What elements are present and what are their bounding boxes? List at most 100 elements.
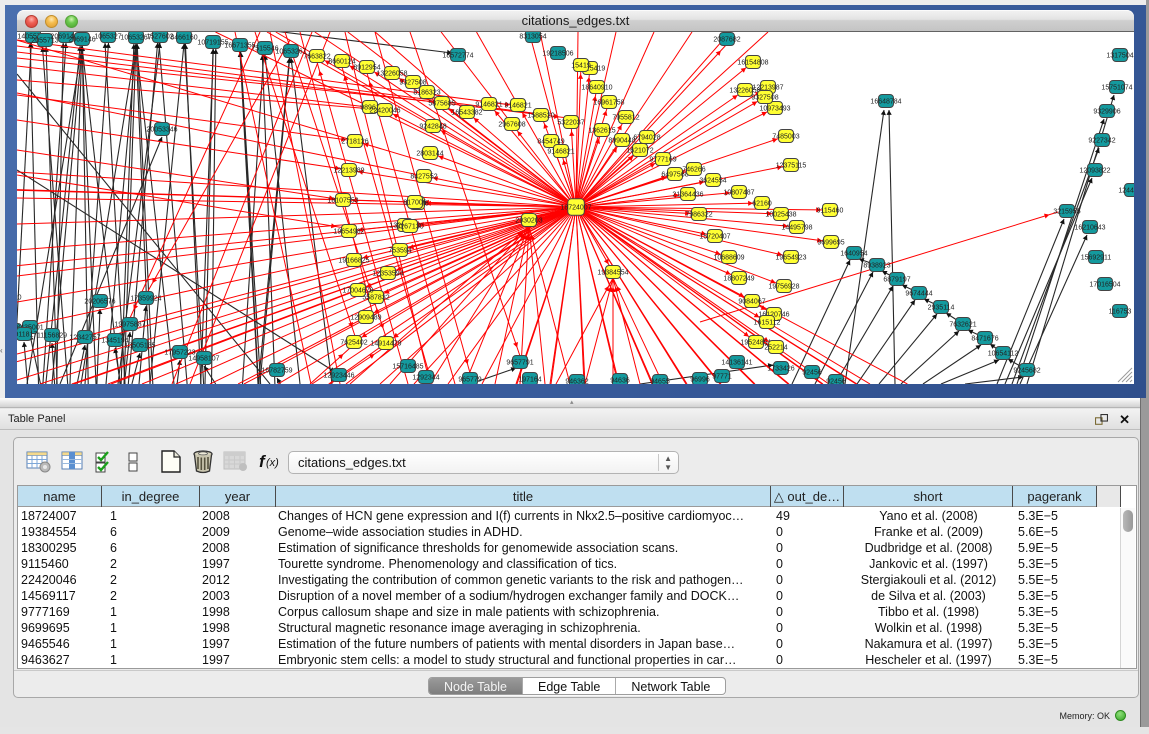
- svg-text:19166825: 19166825: [338, 257, 369, 264]
- svg-text:15692911: 15692911: [1081, 254, 1112, 261]
- svg-text:15716485: 15716485: [392, 363, 423, 370]
- svg-text:965779: 965779: [458, 376, 481, 383]
- svg-text:15751074: 15751074: [1101, 84, 1132, 91]
- svg-text:12093822: 12093822: [1079, 167, 1110, 174]
- svg-text:94655: 94655: [650, 378, 670, 384]
- svg-text:3215955: 3215955: [1053, 208, 1080, 215]
- svg-text:7632621: 7632621: [949, 321, 976, 328]
- svg-text:19654923: 19654923: [775, 254, 806, 261]
- svg-text:16782759: 16782759: [261, 367, 292, 374]
- svg-text:7485003: 7485003: [772, 133, 799, 140]
- svg-text:9146821: 9146821: [547, 148, 574, 155]
- svg-text:1615112: 1615112: [754, 319, 781, 326]
- svg-text:19384554: 19384554: [597, 269, 628, 276]
- svg-text:746266: 746266: [682, 166, 705, 173]
- svg-text:18572774: 18572774: [442, 52, 473, 59]
- svg-text:15419: 15419: [571, 62, 591, 69]
- svg-text:19975887: 19975887: [114, 321, 145, 328]
- svg-text:6794028: 6794028: [633, 134, 660, 141]
- svg-text:2069146: 2069146: [68, 36, 95, 43]
- svg-text:9227342: 9227342: [1088, 137, 1115, 144]
- svg-text:16648784: 16648784: [870, 98, 901, 105]
- svg-text:15720407: 15720407: [699, 233, 730, 240]
- svg-text:5587832: 5587832: [362, 294, 389, 301]
- svg-text:9084067: 9084067: [738, 298, 765, 305]
- svg-text:17359924: 17359924: [130, 295, 161, 302]
- svg-text:14495798: 14495798: [781, 224, 812, 231]
- svg-text:12353594: 12353594: [372, 270, 403, 277]
- svg-text:18724007: 18724007: [560, 204, 591, 211]
- svg-text:2803144: 2803144: [416, 150, 443, 157]
- svg-text:1065327: 1065327: [94, 33, 121, 40]
- svg-text:7625402: 7625402: [340, 339, 367, 346]
- svg-text:1588520: 1588520: [527, 112, 554, 119]
- svg-text:10653267: 10653267: [275, 48, 306, 55]
- svg-text:1733426: 1733426: [767, 365, 794, 372]
- svg-text:16154808: 16154808: [737, 59, 768, 66]
- svg-text:17004678: 17004678: [342, 287, 373, 294]
- svg-text:5322037: 5322037: [557, 119, 584, 126]
- svg-text:18107553: 18107553: [327, 197, 358, 204]
- svg-text:12342757: 12342757: [69, 334, 100, 341]
- svg-text:92456: 92456: [802, 369, 822, 376]
- svg-text:10654112: 10654112: [988, 350, 1019, 357]
- svg-text:9242848: 9242848: [419, 123, 446, 130]
- svg-text:16961758: 16961758: [593, 99, 624, 106]
- svg-text:9674444: 9674444: [905, 290, 932, 297]
- svg-text:7663822: 7663822: [303, 53, 330, 60]
- svg-text:6879197: 6879197: [883, 276, 910, 283]
- svg-text:13226058: 13226058: [729, 87, 760, 94]
- svg-text:19756928: 19756928: [768, 283, 799, 290]
- svg-text:20206576: 20206576: [84, 298, 115, 305]
- svg-text:1292344: 1292344: [412, 374, 439, 381]
- svg-text:9777169: 9777169: [649, 156, 676, 163]
- svg-text:19218506: 19218506: [542, 50, 573, 57]
- svg-text:1317504: 1317504: [1106, 52, 1133, 59]
- svg-text:17016504: 17016504: [1089, 281, 1120, 288]
- svg-text:9115460: 9115460: [817, 207, 844, 214]
- svg-text:946362: 946362: [565, 378, 588, 384]
- svg-text:9657791: 9657791: [506, 359, 533, 366]
- svg-text:3267130: 3267130: [396, 223, 423, 230]
- svg-text:16210643: 16210643: [1074, 224, 1105, 231]
- svg-text:8938923: 8938923: [863, 262, 890, 269]
- svg-text:10807487: 10807487: [723, 189, 754, 196]
- svg-text:(x): (x): [266, 457, 279, 469]
- svg-text:92456: 92456: [826, 378, 846, 384]
- svg-text:19654982: 19654982: [333, 228, 364, 235]
- svg-text:1244153: 1244153: [1118, 187, 1134, 194]
- svg-text:5875685: 5875685: [428, 100, 455, 107]
- svg-text:14914479: 14914479: [370, 340, 401, 347]
- svg-text:8186323: 8186323: [413, 89, 440, 96]
- svg-text:16543382: 16543382: [451, 109, 482, 116]
- svg-text:12375115: 12375115: [776, 162, 807, 169]
- svg-text:96996: 96996: [690, 376, 710, 383]
- svg-text:2087682: 2087682: [713, 36, 740, 43]
- svg-text:3624554: 3624554: [699, 177, 726, 184]
- svg-text:252214: 252214: [764, 344, 787, 351]
- svg-text:1640954: 1640954: [840, 250, 867, 257]
- svg-text:753594: 753594: [388, 247, 411, 254]
- svg-text:13505135: 13505135: [124, 342, 155, 349]
- svg-text:22420046: 22420046: [369, 107, 400, 114]
- svg-text:14136141: 14136141: [721, 359, 752, 366]
- svg-text:1621072: 1621072: [626, 147, 653, 154]
- svg-text:12909489: 12909489: [350, 314, 381, 321]
- svg-text:3911817: 3911817: [17, 331, 37, 338]
- svg-text:8466160: 8466160: [170, 34, 197, 41]
- svg-text:26260520: 26260520: [17, 294, 22, 301]
- svg-text:12923446: 12923446: [323, 372, 354, 379]
- svg-text:9146821: 9146821: [475, 101, 502, 108]
- svg-text:12213989: 12213989: [333, 167, 364, 174]
- svg-text:2930203: 2930203: [515, 217, 542, 224]
- svg-text:9245682: 9245682: [1013, 367, 1040, 374]
- svg-text:8660124: 8660124: [328, 58, 355, 65]
- svg-text:8471676: 8471676: [971, 335, 998, 342]
- svg-text:18807249: 18807249: [723, 275, 754, 282]
- svg-text:1362615: 1362615: [588, 127, 615, 134]
- svg-text:11156829: 11156829: [37, 332, 67, 339]
- svg-text:817006: 817006: [403, 199, 426, 206]
- svg-text:8427552: 8427552: [410, 173, 437, 180]
- svg-text:20053346: 20053346: [146, 126, 177, 133]
- svg-text:2718126: 2718126: [341, 138, 368, 145]
